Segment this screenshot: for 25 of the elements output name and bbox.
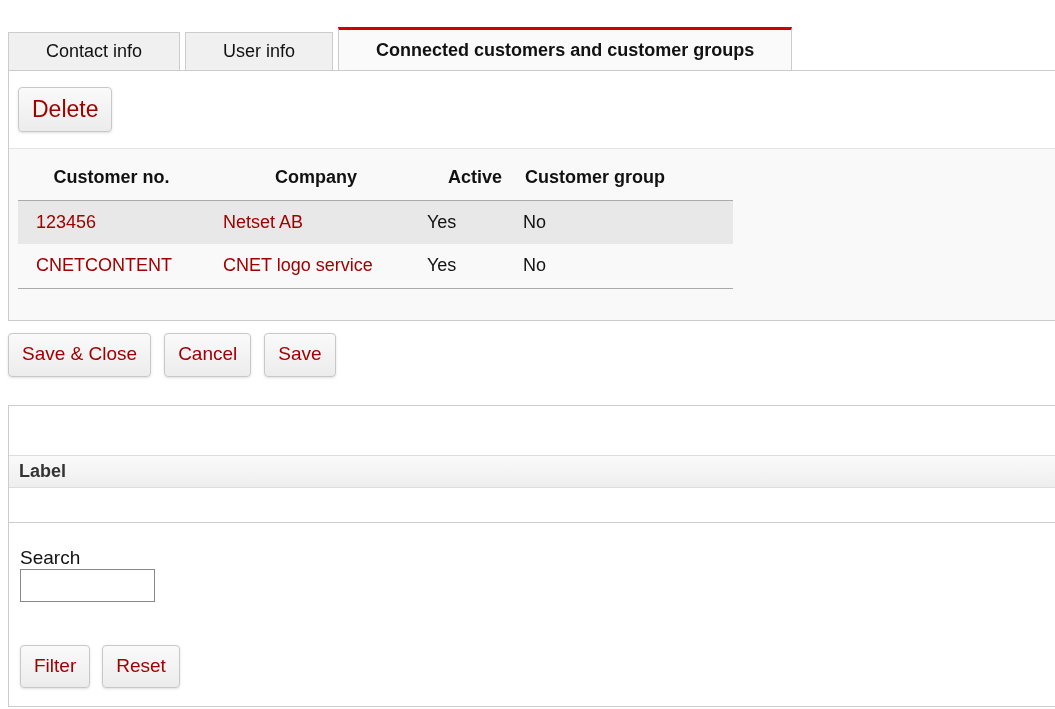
search-field[interactable] xyxy=(20,568,155,602)
table-cell: Yes xyxy=(427,200,523,244)
action-button[interactable]: Cancel xyxy=(164,332,252,377)
table-row[interactable]: CNETCONTENT CNET logo service Yes No xyxy=(18,244,733,288)
filter-button[interactable]: Reset xyxy=(102,644,180,688)
tab[interactable]: Contact info xyxy=(8,32,181,70)
customer-number-link[interactable]: CNETCONTENT xyxy=(36,255,172,276)
table-cell: Yes xyxy=(427,244,523,288)
action-button[interactable]: Save xyxy=(264,332,336,377)
tab[interactable]: Connected customers and customer groups xyxy=(338,27,793,70)
customer-number-link[interactable]: 123456 xyxy=(36,211,97,232)
column-header: Active xyxy=(427,156,523,200)
delete-button[interactable]: Delete xyxy=(18,87,113,132)
table-cell: No xyxy=(523,244,733,288)
tab[interactable]: User info xyxy=(185,32,334,70)
company-link[interactable]: CNET logo service xyxy=(223,255,373,276)
table-cell: No xyxy=(523,200,733,244)
column-header: Customer group xyxy=(523,156,733,200)
filter-button[interactable]: Filter xyxy=(20,644,91,688)
column-header: Label xyxy=(19,459,66,483)
action-button[interactable]: Save & Close xyxy=(8,332,152,377)
column-header: Customer no. xyxy=(18,156,205,200)
search-label: Search xyxy=(20,546,82,569)
company-link[interactable]: Netset AB xyxy=(223,211,304,232)
column-header: Company xyxy=(205,156,427,200)
